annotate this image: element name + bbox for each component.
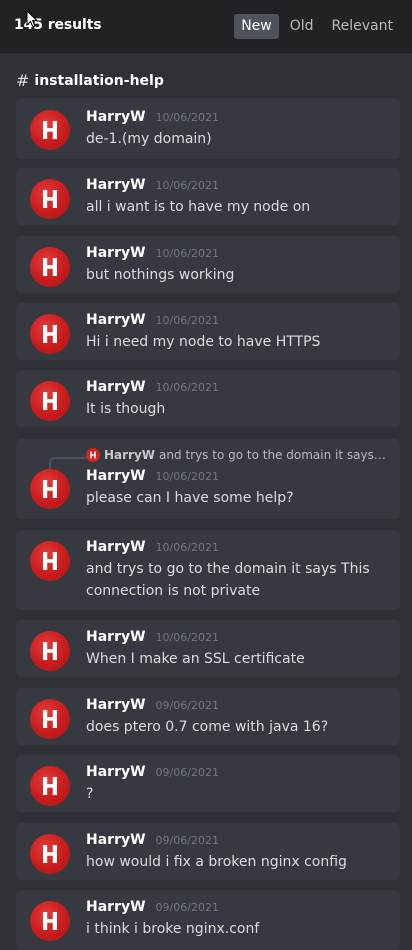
- avatar[interactable]: [30, 179, 70, 219]
- avatar[interactable]: [30, 314, 70, 354]
- username[interactable]: HarryW: [86, 697, 146, 713]
- reply-snippet: and trys to go to the domain it says T…: [159, 448, 386, 462]
- h-logo-icon: [43, 325, 57, 343]
- search-result[interactable]: HarryW and trys to go to the domain it s…: [16, 439, 400, 519]
- message-text: When I make an SSL certificate: [86, 651, 305, 667]
- message-text: does ptero 0.7 come with java 16?: [86, 719, 329, 735]
- message-text: ?: [86, 786, 94, 802]
- h-logo-icon: [43, 710, 57, 728]
- reply-reference[interactable]: HarryW and trys to go to the domain it s…: [86, 448, 386, 462]
- username[interactable]: HarryW: [86, 468, 146, 484]
- message-text: how would i fix a broken nginx config: [86, 854, 347, 870]
- hash-icon: #: [16, 71, 30, 90]
- h-logo-icon: [43, 642, 57, 660]
- search-result[interactable]: HarryW 09/06/2021 ?: [16, 755, 400, 812]
- timestamp: 10/06/2021: [155, 247, 219, 260]
- avatar[interactable]: [30, 699, 70, 739]
- username[interactable]: HarryW: [86, 312, 146, 328]
- reply-avatar: [86, 448, 100, 462]
- username[interactable]: HarryW: [86, 764, 146, 780]
- avatar[interactable]: [30, 541, 70, 581]
- timestamp: 10/06/2021: [155, 179, 219, 192]
- h-logo-icon: [43, 121, 57, 139]
- h-logo-icon: [43, 258, 57, 276]
- timestamp: 10/06/2021: [155, 631, 219, 644]
- avatar[interactable]: [30, 631, 70, 671]
- sort-tabs: New Old Relevant: [234, 14, 400, 39]
- timestamp: 10/06/2021: [155, 111, 219, 124]
- message-text: all i want is to have my node on: [86, 199, 311, 215]
- message-text: Hi i need my node to have HTTPS: [86, 334, 321, 350]
- avatar[interactable]: [30, 110, 70, 150]
- username[interactable]: HarryW: [86, 245, 146, 261]
- sort-tab-relevant[interactable]: Relevant: [325, 14, 400, 39]
- timestamp: 10/06/2021: [155, 541, 219, 554]
- timestamp: 09/06/2021: [155, 901, 219, 914]
- channel-name: installation-help: [34, 72, 164, 89]
- search-result[interactable]: HarryW 10/06/2021 When I make an SSL cert…: [16, 620, 400, 677]
- timestamp: 10/06/2021: [155, 470, 219, 483]
- search-result[interactable]: HarryW 10/06/2021 all i want is to have m…: [16, 168, 400, 225]
- username[interactable]: HarryW: [86, 899, 146, 915]
- username[interactable]: HarryW: [86, 629, 146, 645]
- avatar[interactable]: [30, 834, 70, 874]
- avatar[interactable]: [30, 766, 70, 806]
- avatar[interactable]: [30, 381, 70, 421]
- h-logo-icon: [43, 190, 57, 208]
- message-text: de-1.(my domain): [86, 131, 212, 147]
- message-text: please can I have some help?: [86, 490, 294, 506]
- search-result[interactable]: HarryW 10/06/2021 de-1.(my domain): [16, 98, 400, 159]
- avatar[interactable]: [30, 901, 70, 941]
- timestamp: 09/06/2021: [155, 834, 219, 847]
- message-text: i think i broke nginx.conf: [86, 921, 260, 937]
- channel-heading[interactable]: # installation-help: [16, 71, 164, 90]
- search-result[interactable]: HarryW 10/06/2021 Hi i need my node to ha…: [16, 303, 400, 360]
- message-text: It is though: [86, 401, 166, 417]
- h-logo-icon: [43, 845, 57, 863]
- sort-tab-old[interactable]: Old: [283, 14, 321, 39]
- h-logo-icon: [43, 552, 57, 570]
- message-text: and trys to go to the domain it says Thi…: [86, 561, 370, 599]
- username[interactable]: HarryW: [86, 379, 146, 395]
- reply-username: HarryW: [104, 448, 156, 462]
- sort-tab-new[interactable]: New: [234, 14, 279, 39]
- h-logo-icon: [43, 480, 57, 498]
- search-result[interactable]: HarryW 09/06/2021 i think i broke nginx.c…: [16, 890, 400, 950]
- avatar[interactable]: [30, 469, 70, 509]
- h-logo-icon: [90, 451, 96, 459]
- search-result[interactable]: HarryW 09/06/2021 how would i fix a broke…: [16, 823, 400, 880]
- h-logo-icon: [43, 912, 57, 930]
- h-logo-icon: [43, 392, 57, 410]
- mouse-pointer-icon: [26, 10, 38, 28]
- search-result[interactable]: HarryW 09/06/2021 does ptero 0.7 come wit…: [16, 688, 400, 745]
- message-text: but nothings working: [86, 267, 235, 283]
- h-logo-icon: [43, 777, 57, 795]
- timestamp: 09/06/2021: [155, 699, 219, 712]
- search-result[interactable]: HarryW 10/06/2021 but nothings working: [16, 236, 400, 293]
- timestamp: 10/06/2021: [155, 314, 219, 327]
- username[interactable]: HarryW: [86, 832, 146, 848]
- username[interactable]: HarryW: [86, 177, 146, 193]
- search-results-header: 145 results New Old Relevant: [0, 0, 412, 52]
- username[interactable]: HarryW: [86, 109, 146, 125]
- timestamp: 10/06/2021: [155, 381, 219, 394]
- search-result[interactable]: HarryW 10/06/2021 and trys to go to the d…: [16, 530, 400, 610]
- search-result[interactable]: HarryW 10/06/2021 It is though: [16, 370, 400, 427]
- timestamp: 09/06/2021: [155, 766, 219, 779]
- avatar[interactable]: [30, 247, 70, 287]
- username[interactable]: HarryW: [86, 539, 146, 555]
